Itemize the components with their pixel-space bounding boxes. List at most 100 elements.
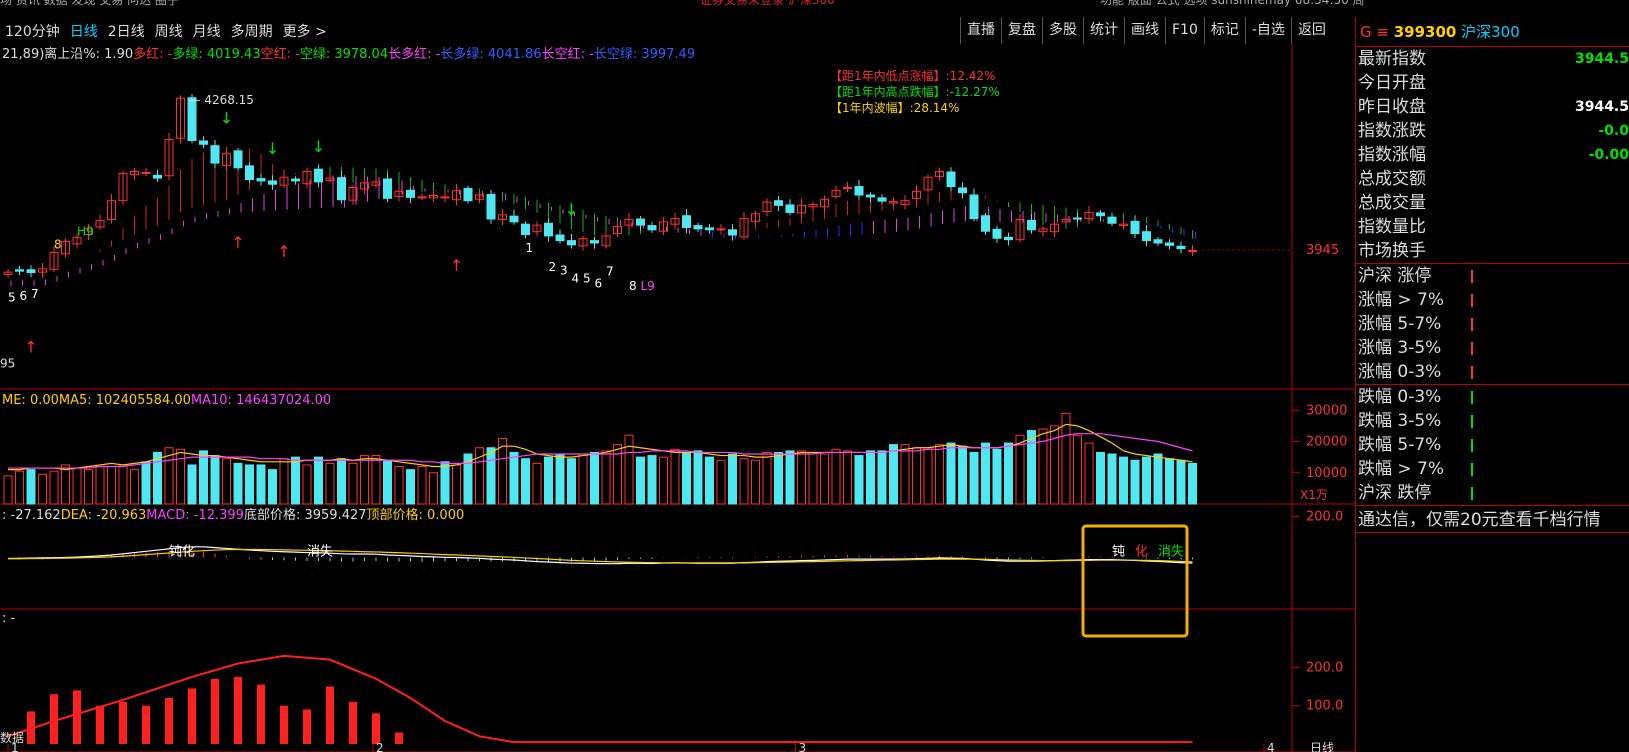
vol-bar-51 xyxy=(590,451,599,505)
main-header-0: 21,89) xyxy=(2,47,44,62)
vol-bar-4 xyxy=(49,470,59,505)
candle-body-20 xyxy=(233,150,243,169)
up-row-1-bar xyxy=(1471,294,1473,307)
candle-body-63 xyxy=(728,229,737,236)
toolbar-btn-2[interactable]: 多股 xyxy=(1042,17,1083,44)
vol-ma5 xyxy=(8,423,1193,471)
down-row-3-label: 跌幅 > 7% xyxy=(1358,459,1445,479)
volume-panel: ME: 0.00 MA5: 102405584.00 MA10: 1464370… xyxy=(2,393,1347,505)
vol-bar-30 xyxy=(348,462,358,505)
down-row-2: 跌幅 5-7% xyxy=(1356,433,1629,457)
period-toolbar: 120分钟 日线 2日线 周线 月线 多周期 更多 > xyxy=(0,17,332,44)
vol-bar-74 xyxy=(854,455,864,505)
security-header[interactable]: G ≡ 399300 沪深300 xyxy=(1356,17,1629,47)
notice-banner[interactable]: 通达信，仅需20元查看千档行情 xyxy=(1356,505,1629,533)
macd-tick: 200.0 xyxy=(1306,509,1343,524)
vol-bar-71 xyxy=(820,453,829,505)
macd-label-1: 消失 xyxy=(307,545,333,560)
candle-body-42 xyxy=(486,194,496,220)
quote-row-7-label: 指数量比 xyxy=(1358,217,1426,237)
arrow-down-2: ↓ xyxy=(312,137,325,156)
quote-row-3: 指数涨跌 -0.0 xyxy=(1356,119,1629,143)
vol-bar-89 xyxy=(1027,430,1036,505)
quote-row-7: 指数量比 xyxy=(1356,215,1629,239)
down-row-3-bar xyxy=(1471,463,1473,476)
arrow-up-0: ↑ xyxy=(24,338,37,357)
macd-header-4: 顶部价格: 0.000 xyxy=(367,507,465,523)
quote-row-3-value: -0.0 xyxy=(1598,123,1629,139)
vol-bar-65 xyxy=(751,459,760,505)
candle-body-21 xyxy=(245,165,254,181)
candle-body-35 xyxy=(406,189,415,198)
vol-bar-101 xyxy=(1165,458,1174,505)
quote-row-2-label: 昨日收盘 xyxy=(1358,97,1426,117)
period-3[interactable]: 周线 xyxy=(150,21,188,41)
vol-bar-6 xyxy=(72,467,82,505)
toolbar-btn-8[interactable]: 返回 xyxy=(1290,17,1332,44)
candle-body-49 xyxy=(567,240,576,246)
quote-row-3-label: 指数涨跌 xyxy=(1358,121,1426,141)
candle-body-55 xyxy=(636,218,645,226)
sub-bar-11 xyxy=(280,705,288,744)
toolbar-btn-3[interactable]: 统计 xyxy=(1083,17,1124,44)
vol-ma10 xyxy=(8,433,1193,469)
down-row-4: 沪深 跌停 xyxy=(1356,481,1629,505)
sub-bar-14 xyxy=(349,701,357,744)
vol-header-0: ME: 0.00 xyxy=(2,393,59,408)
period-0[interactable]: 120分钟 xyxy=(0,21,65,41)
vol-bar-42 xyxy=(486,447,496,505)
toolbar-btn-6[interactable]: 标记 xyxy=(1203,17,1245,44)
candle-body-44 xyxy=(509,215,519,223)
vol-bar-21 xyxy=(245,464,254,505)
toolbar-btn-5[interactable]: F10 xyxy=(1165,17,1204,44)
wave-label-8: 4 xyxy=(572,272,580,286)
toolbar-btn-7[interactable]: -自选 xyxy=(1244,17,1291,44)
macd-header-3: 底部价格: 3959.427 xyxy=(244,507,367,523)
up-row-4-label: 涨幅 0-3% xyxy=(1358,362,1442,382)
toolbar-btn-4[interactable]: 画线 xyxy=(1124,17,1165,44)
candle-body-87 xyxy=(1004,236,1013,241)
vol-bar-93 xyxy=(1073,434,1082,505)
vol-bar-27 xyxy=(314,456,323,505)
wave-label-2: 7 xyxy=(31,287,39,301)
candle-body-47 xyxy=(544,222,553,237)
wave-label-7: 3 xyxy=(560,263,568,277)
vol-bar-15 xyxy=(176,448,185,505)
candle-body-98 xyxy=(1130,220,1140,235)
sub-indicator-panel: : -200.0100.0数据 xyxy=(0,611,1343,745)
up-row-3-label: 涨幅 3-5% xyxy=(1358,338,1442,358)
vol-bar-47 xyxy=(544,456,553,505)
vol-bar-35 xyxy=(406,469,415,505)
quote-row-1: 今日开盘 xyxy=(1356,71,1629,95)
toolbar-btn-0[interactable]: 直播 xyxy=(960,17,1001,44)
vol-unit: X1万 xyxy=(1300,488,1328,502)
period-5[interactable]: 多周期 xyxy=(226,21,278,41)
macd-label-2: 钝 xyxy=(1112,545,1125,560)
period-1[interactable]: 日线 xyxy=(65,21,103,41)
vol-bar-69 xyxy=(797,450,806,505)
vol-bar-17 xyxy=(199,450,208,505)
vol-bar-13 xyxy=(153,451,162,505)
candle-body-85 xyxy=(981,215,990,232)
up-stats: 沪深 涨停 涨幅 > 7% 涨幅 5-7% 涨幅 3-5% 涨幅 0-3% xyxy=(1356,264,1629,384)
security-code: 399300 xyxy=(1393,23,1457,41)
candle-body-2 xyxy=(26,269,36,274)
candle-body-61 xyxy=(705,227,714,231)
candle-body-17 xyxy=(199,140,208,145)
period-6[interactable]: 更多 > xyxy=(278,21,332,41)
sub-bar-12 xyxy=(303,709,311,744)
toolbar-btn-1[interactable]: 复盘 xyxy=(1001,17,1042,44)
candle-body-89 xyxy=(1027,219,1036,231)
quote-row-4-label: 指数涨幅 xyxy=(1358,145,1426,165)
period-4[interactable]: 月线 xyxy=(188,21,226,41)
wave-label-4: H9 xyxy=(77,225,94,239)
candle-body-99 xyxy=(1142,231,1151,242)
vol-bar-75 xyxy=(866,450,875,505)
vol-bar-26 xyxy=(302,464,312,505)
top-strip-center: 证券交易未登录 沪深300 xyxy=(700,0,835,7)
sub-bar-7 xyxy=(188,688,196,744)
period-2[interactable]: 2日线 xyxy=(103,21,150,41)
vol-bar-52 xyxy=(601,450,611,505)
candle-body-86 xyxy=(992,228,1002,239)
vol-bar-73 xyxy=(843,450,852,505)
